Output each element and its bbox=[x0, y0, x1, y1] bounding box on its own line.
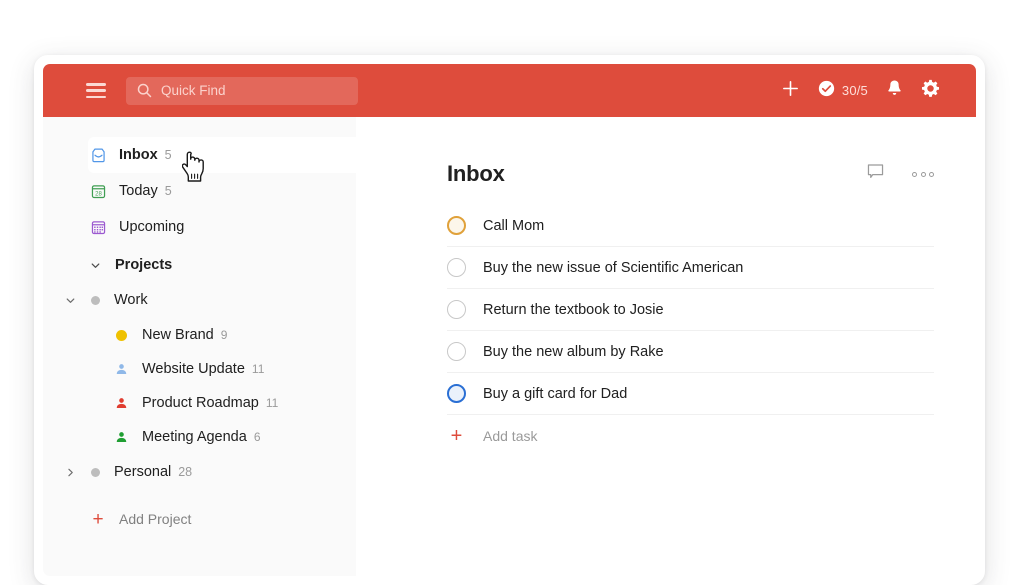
chevron-down-icon bbox=[88, 260, 102, 271]
plus-icon: + bbox=[92, 508, 104, 530]
sidebar-projects-label: Projects bbox=[115, 257, 173, 273]
add-task-label: Add task bbox=[483, 428, 538, 444]
task-checkbox[interactable] bbox=[447, 384, 466, 403]
calendar-today-icon: 28 bbox=[88, 181, 108, 201]
add-project-label: Add Project bbox=[119, 511, 192, 527]
sidebar-project-count: 11 bbox=[265, 396, 279, 410]
main-header: Inbox bbox=[356, 143, 976, 205]
task-title: Return the textbook to Josie bbox=[483, 301, 664, 318]
sidebar-project-label: Meeting Agenda bbox=[142, 429, 247, 445]
search-input-wrapper[interactable] bbox=[126, 76, 358, 105]
main-content: Inbox Call Mom Buy the new issue of Scie… bbox=[356, 117, 976, 576]
task-title: Call Mom bbox=[483, 217, 545, 234]
project-group-dot-icon bbox=[91, 295, 100, 305]
sidebar-group-personal[interactable]: Personal 28 bbox=[43, 454, 356, 490]
task-list: Call Mom Buy the new issue of Scientific… bbox=[356, 205, 976, 457]
search-icon bbox=[137, 83, 152, 98]
sidebar-project-meeting-agenda[interactable]: Meeting Agenda 6 bbox=[43, 420, 356, 454]
inbox-tray-icon bbox=[88, 145, 108, 165]
sidebar-project-new-brand[interactable]: New Brand 9 bbox=[43, 318, 356, 352]
task-title: Buy a gift card for Dad bbox=[483, 385, 628, 402]
task-row[interactable]: Call Mom bbox=[447, 205, 934, 247]
task-checkbox[interactable] bbox=[447, 342, 466, 361]
person-icon bbox=[115, 397, 128, 410]
bell-icon bbox=[886, 79, 903, 102]
settings-button[interactable] bbox=[921, 79, 940, 103]
gear-icon bbox=[921, 79, 940, 103]
person-icon bbox=[115, 363, 128, 376]
sidebar-group-count: 28 bbox=[178, 465, 193, 479]
more-options-button[interactable] bbox=[912, 171, 934, 177]
add-task-button[interactable]: + Add task bbox=[447, 415, 934, 457]
app-topbar: 30/5 bbox=[43, 64, 976, 117]
plus-icon: + bbox=[450, 425, 463, 447]
dot-icon bbox=[115, 329, 128, 342]
sidebar-project-count: 9 bbox=[220, 328, 228, 342]
comment-bubble-icon bbox=[866, 162, 885, 186]
task-title: Buy the new album by Rake bbox=[483, 343, 664, 360]
sidebar-project-product-roadmap[interactable]: Product Roadmap 11 bbox=[43, 386, 356, 420]
sidebar-item-label: Today bbox=[119, 183, 158, 199]
task-row[interactable]: Buy the new album by Rake bbox=[447, 331, 934, 373]
sidebar-project-count: 6 bbox=[253, 430, 261, 444]
sidebar-item-inbox[interactable]: Inbox 5 bbox=[88, 137, 356, 173]
sidebar-group-label: Personal bbox=[114, 464, 172, 480]
sidebar-project-website-update[interactable]: Website Update 11 bbox=[43, 352, 356, 386]
sidebar-group-label: Work bbox=[114, 292, 148, 308]
hamburger-menu-icon[interactable] bbox=[86, 83, 106, 98]
sidebar-project-label: Website Update bbox=[142, 361, 245, 377]
app-window: 30/5 bbox=[34, 55, 985, 585]
search-input[interactable] bbox=[161, 83, 331, 98]
sidebar-project-count: 11 bbox=[251, 362, 265, 376]
add-task-button[interactable] bbox=[781, 79, 800, 103]
person-icon bbox=[115, 431, 128, 444]
sidebar-item-label: Upcoming bbox=[119, 219, 185, 235]
karma-label: 30/5 bbox=[841, 83, 868, 98]
check-circle-icon bbox=[818, 80, 835, 102]
add-project-button[interactable]: + Add Project bbox=[43, 502, 356, 536]
task-checkbox[interactable] bbox=[447, 300, 466, 319]
plus-icon bbox=[781, 79, 800, 103]
sidebar-item-count: 5 bbox=[164, 184, 172, 198]
notifications-button[interactable] bbox=[886, 79, 903, 102]
comments-button[interactable] bbox=[866, 162, 885, 186]
chevron-down-icon bbox=[63, 295, 77, 306]
task-row[interactable]: Buy the new issue of Scientific American bbox=[447, 247, 934, 289]
sidebar: Inbox 5 28 Today 5 Upcoming Projects Wor… bbox=[43, 117, 356, 576]
calendar-grid-icon bbox=[88, 217, 108, 237]
sidebar-projects-header[interactable]: Projects bbox=[43, 248, 356, 282]
sidebar-project-label: New Brand bbox=[142, 327, 214, 343]
sidebar-item-count: 5 bbox=[164, 148, 172, 162]
sidebar-item-upcoming[interactable]: Upcoming bbox=[88, 209, 356, 245]
more-options-icon bbox=[912, 171, 934, 177]
sidebar-item-today[interactable]: 28 Today 5 bbox=[88, 173, 356, 209]
task-row[interactable]: Return the textbook to Josie bbox=[447, 289, 934, 331]
svg-text:28: 28 bbox=[95, 191, 102, 197]
karma-counter[interactable]: 30/5 bbox=[818, 80, 868, 102]
task-row[interactable]: Buy a gift card for Dad bbox=[447, 373, 934, 415]
task-checkbox[interactable] bbox=[447, 216, 466, 235]
task-checkbox[interactable] bbox=[447, 258, 466, 277]
page-title: Inbox bbox=[447, 161, 505, 186]
task-title: Buy the new issue of Scientific American bbox=[483, 259, 744, 276]
sidebar-item-label: Inbox bbox=[119, 147, 158, 163]
sidebar-project-label: Product Roadmap bbox=[142, 395, 259, 411]
project-group-dot-icon bbox=[91, 467, 100, 477]
chevron-right-icon bbox=[63, 467, 77, 478]
sidebar-group-work[interactable]: Work bbox=[43, 282, 356, 318]
